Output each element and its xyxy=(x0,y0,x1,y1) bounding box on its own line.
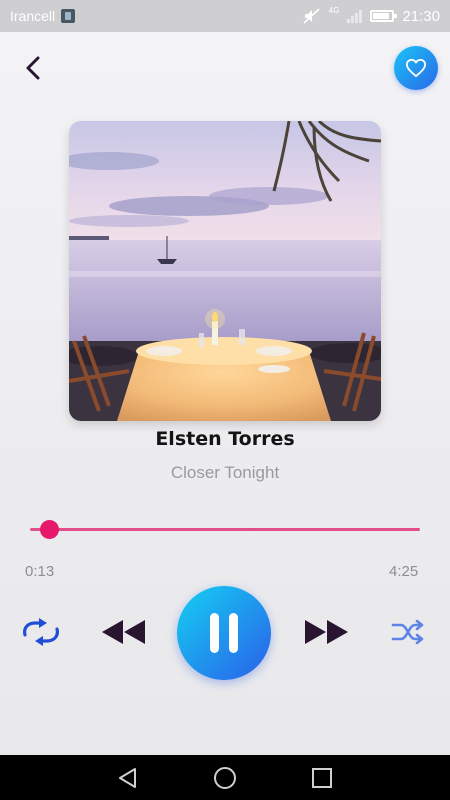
home-circle-icon xyxy=(213,766,236,789)
signal-icon xyxy=(347,9,363,23)
fast-forward-icon xyxy=(305,620,348,644)
time-total: 4:25 xyxy=(389,563,419,580)
repeat-icon xyxy=(23,618,59,646)
nav-back-button[interactable] xyxy=(113,763,143,793)
status-bar: Irancell 4G 21:30 xyxy=(0,0,450,32)
pause-icon xyxy=(210,613,238,653)
battery-icon xyxy=(370,10,398,22)
status-time: 21:30 xyxy=(402,7,440,25)
shuffle-button[interactable] xyxy=(390,616,428,648)
back-triangle-icon xyxy=(119,767,137,788)
sim-icon xyxy=(61,9,76,23)
repeat-button[interactable] xyxy=(18,616,64,648)
chevron-left-icon xyxy=(26,56,40,80)
next-button[interactable] xyxy=(302,614,352,650)
play-pause-button[interactable] xyxy=(177,586,271,680)
progress-track[interactable] xyxy=(30,528,420,531)
time-elapsed: 0:13 xyxy=(25,563,55,580)
song-subtitle: Closer Tonight xyxy=(170,463,280,482)
waveform-right xyxy=(382,200,450,340)
favorite-button[interactable] xyxy=(394,46,438,90)
previous-button[interactable] xyxy=(98,614,148,650)
nav-recents-button[interactable] xyxy=(307,763,337,793)
back-button[interactable] xyxy=(18,52,50,84)
status-left: Irancell xyxy=(10,8,76,24)
album-art-image xyxy=(69,121,381,421)
shuffle-icon xyxy=(391,619,424,645)
carrier-name: Irancell xyxy=(10,8,56,24)
song-title: Elsten Torres xyxy=(155,428,295,450)
system-nav-bar xyxy=(0,755,450,800)
mute-icon xyxy=(303,8,320,24)
nav-home-button[interactable] xyxy=(210,763,240,793)
progress-thumb[interactable] xyxy=(40,520,59,539)
network-type: 4G xyxy=(328,5,340,15)
rewind-icon xyxy=(102,620,145,644)
status-right: 4G 21:30 xyxy=(303,5,440,25)
waveform-left xyxy=(0,200,68,340)
album-artwork xyxy=(69,121,381,421)
heart-icon xyxy=(405,58,426,78)
recents-square-icon xyxy=(311,767,332,788)
